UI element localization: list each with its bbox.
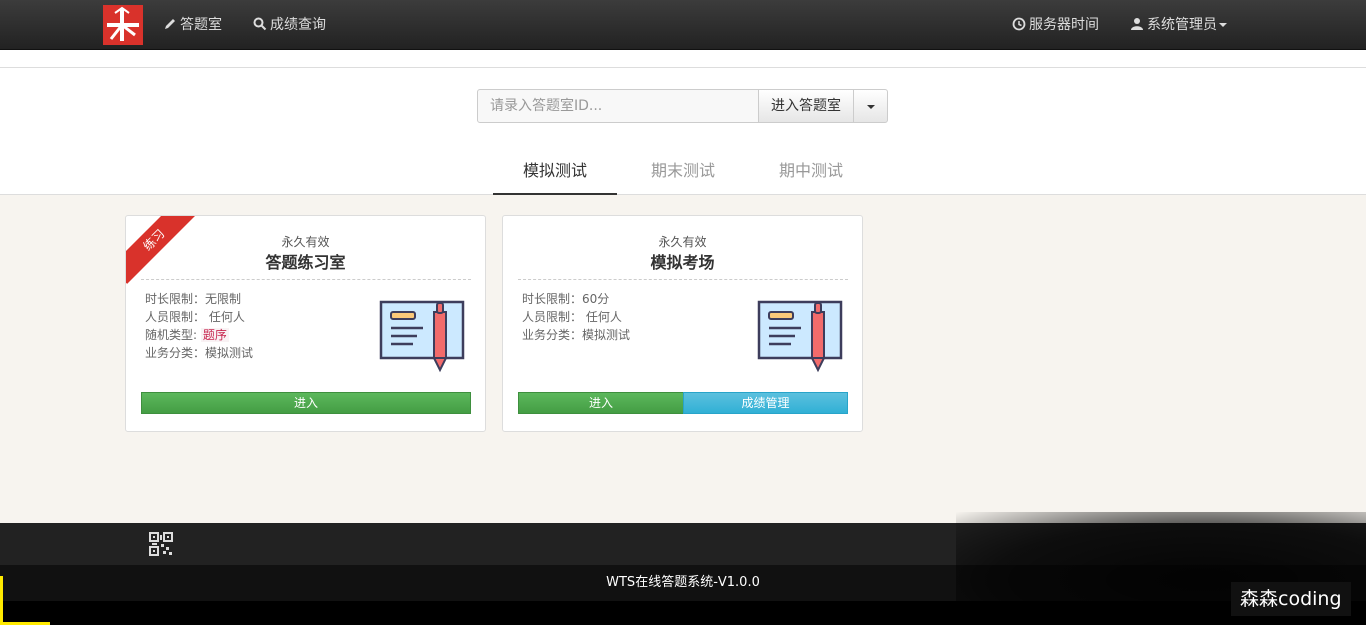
nav-user-label: 系统管理员 xyxy=(1147,17,1217,33)
nav-server-time[interactable]: 服务器时间 xyxy=(1012,0,1099,50)
search-icon xyxy=(253,17,267,31)
card-title: 答题练习室 xyxy=(265,253,346,272)
top-navbar: 答题室 成绩查询 服务器时间 系统管理员 xyxy=(0,0,1366,50)
tab-mock-test[interactable]: 模拟测试 xyxy=(493,150,617,195)
room-card-mock-exam: 永久有效 模拟考场 时长限制：60分 人员限制： 任何人 业务分类：模拟测试 进… xyxy=(502,215,863,432)
random-type-label: 随机类型: xyxy=(145,328,201,342)
card-title: 模拟考场 xyxy=(650,253,715,272)
nav-score-query[interactable]: 成绩查询 xyxy=(253,0,326,50)
card-time-limit: 时长限制：无限制 xyxy=(145,292,242,306)
nav-score-query-label: 成绩查询 xyxy=(270,17,326,33)
card-people-limit: 人员限制： 任何人 xyxy=(145,310,245,324)
chevron-down-icon xyxy=(1219,23,1227,27)
watermark: 森森coding xyxy=(1231,582,1351,616)
nav-answer-room[interactable]: 答题室 xyxy=(163,0,222,50)
room-dropdown-toggle[interactable] xyxy=(853,89,888,123)
random-type-value: 题序 xyxy=(200,328,229,342)
header-divider xyxy=(0,67,1366,68)
tab-midterm-test[interactable]: 期中测试 xyxy=(749,150,873,194)
qr-code-icon[interactable] xyxy=(149,532,173,560)
clock-icon xyxy=(1012,17,1026,31)
card-people-limit: 人员限制： 任何人 xyxy=(522,310,622,324)
nav-server-time-label: 服务器时间 xyxy=(1029,17,1099,33)
nav-user-menu[interactable]: 系统管理员 xyxy=(1130,0,1227,50)
exam-paper-icon xyxy=(757,298,845,378)
room-card-practice: 练习 永久有效 答题练习室 时长限制：无限制 人员限制： 任何人 随机类型: 题… xyxy=(125,215,486,432)
card-category: 业务分类：模拟测试 xyxy=(522,328,631,342)
tab-final-test[interactable]: 期末测试 xyxy=(621,150,745,194)
room-list: 练习 永久有效 答题练习室 时长限制：无限制 人员限制： 任何人 随机类型: 题… xyxy=(0,195,1366,523)
score-management-button[interactable]: 成绩管理 xyxy=(683,392,848,414)
test-type-tabs: 模拟测试 期末测试 期中测试 xyxy=(0,150,1366,195)
exam-paper-icon xyxy=(379,298,467,378)
yellow-edge-left xyxy=(0,576,3,625)
card-validity: 永久有效 xyxy=(658,235,707,249)
chevron-down-icon xyxy=(867,105,875,109)
enter-button[interactable]: 进入 xyxy=(518,392,684,414)
card-category: 业务分类：模拟测试 xyxy=(145,346,254,360)
card-divider xyxy=(141,279,471,280)
card-random-type: 随机类型: 题序 xyxy=(145,326,229,343)
pencil-icon xyxy=(165,19,175,29)
user-icon xyxy=(1131,18,1143,30)
app-logo[interactable] xyxy=(103,5,143,45)
room-id-input[interactable] xyxy=(477,89,759,123)
enter-button[interactable]: 进入 xyxy=(141,392,471,414)
card-validity: 永久有效 xyxy=(281,235,330,249)
card-time-limit: 时长限制：60分 xyxy=(522,292,610,306)
card-divider xyxy=(518,279,848,280)
room-search-group: 进入答题室 xyxy=(477,89,888,123)
enter-room-button[interactable]: 进入答题室 xyxy=(758,89,854,123)
nav-answer-room-label: 答题室 xyxy=(180,17,222,33)
